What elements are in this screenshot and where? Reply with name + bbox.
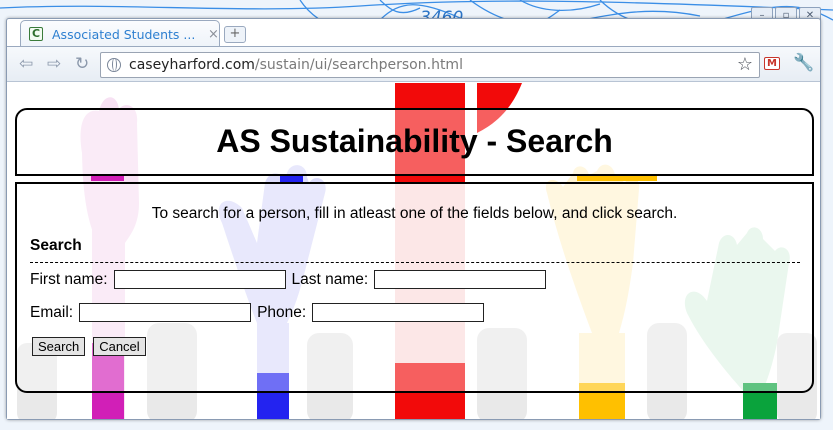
page-viewport: AS Sustainability - Search To search for… [7,83,820,419]
site-favicon-icon: C [29,27,43,41]
browser-toolbar: ⇦ ⇨ ↻ caseyharford.com/sustain/ui/search… [7,46,820,82]
name-fields-row: First name: Last name: [30,270,552,289]
tab-strip: C Associated Students ... × + [6,18,821,47]
search-section-heading: Search [30,237,82,254]
last-name-input[interactable] [374,270,547,289]
last-name-label: Last name: [291,270,369,288]
tab-title: Associated Students ... [52,26,196,42]
form-buttons: Search Cancel [32,337,146,356]
url-path: /sustain/ui/searchperson.html [254,57,463,73]
url-host: caseyharford.com [129,57,255,73]
contact-fields-row: Email: Phone: [30,303,490,322]
tab-associated-students[interactable]: C Associated Students ... × [20,20,220,47]
phone-input[interactable] [312,303,485,322]
first-name-input[interactable] [113,270,286,289]
instructions-text: To search for a person, fill in atleast … [151,205,678,222]
wrench-icon[interactable]: 🔧 [793,53,814,73]
reload-icon[interactable]: ↻ [75,54,89,74]
email-input[interactable] [79,303,252,322]
header-panel: AS Sustainability - Search [15,108,814,176]
search-form-panel: To search for a person, fill in atleast … [15,182,814,393]
forward-arrow-icon[interactable]: ⇨ [47,54,61,74]
tab-close-icon[interactable]: × [208,27,219,42]
phone-label: Phone: [257,303,307,321]
page-title: AS Sustainability - Search [216,123,613,159]
search-button[interactable]: Search [32,337,86,356]
section-divider [30,262,800,263]
first-name-label: First name: [30,270,108,288]
bookmark-star-icon[interactable]: ☆ [737,54,753,75]
new-tab-button[interactable]: + [224,26,246,43]
cancel-button[interactable]: Cancel [93,337,146,356]
address-bar[interactable]: caseyharford.com/sustain/ui/searchperson… [100,52,760,78]
globe-icon [107,58,121,72]
back-arrow-icon[interactable]: ⇦ [19,54,33,74]
email-label: Email: [30,303,74,321]
gmail-icon[interactable]: M [764,57,780,70]
